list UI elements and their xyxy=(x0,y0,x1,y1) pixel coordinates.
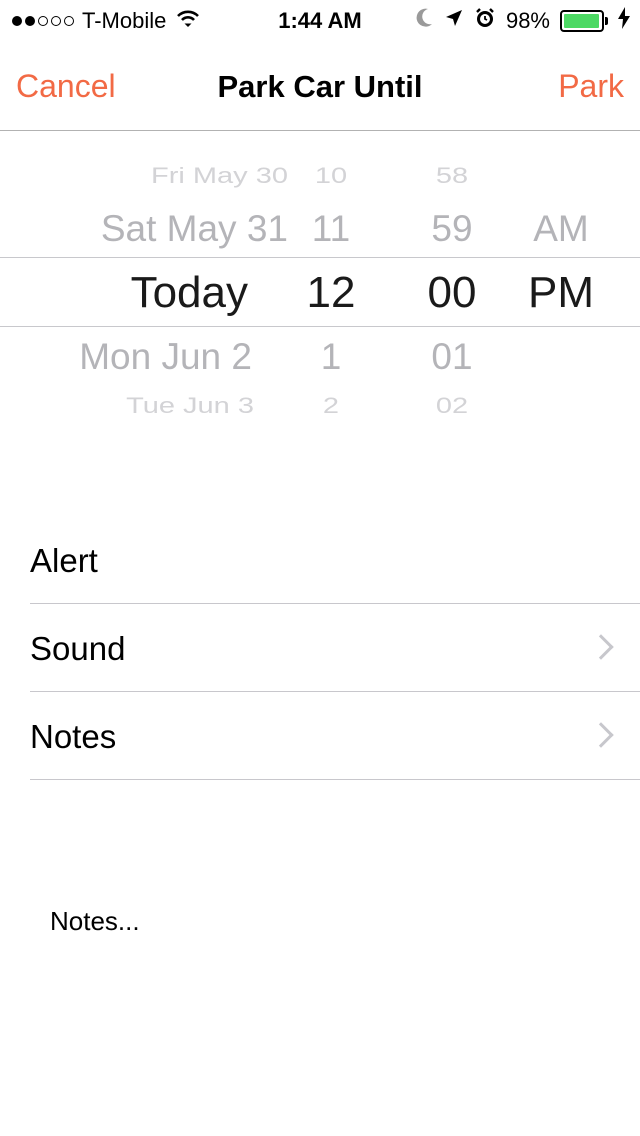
charging-bolt-icon xyxy=(618,7,630,35)
alert-label: Alert xyxy=(30,542,98,579)
picker-minute-option[interactable]: 59 xyxy=(420,208,484,250)
notes-text-area[interactable]: Notes... xyxy=(50,906,140,937)
park-button[interactable]: Park xyxy=(558,68,624,105)
battery-icon xyxy=(560,10,608,32)
battery-percent: 98% xyxy=(505,8,550,33)
notes-label: Notes xyxy=(30,718,117,755)
sound-row[interactable]: Sound xyxy=(30,604,640,692)
picker-minute-selected[interactable]: 00 xyxy=(420,268,484,318)
picker-hour-selected[interactable]: 12 xyxy=(300,268,362,318)
picker-hour-option[interactable]: 10 xyxy=(300,164,362,190)
alarm-icon xyxy=(474,7,496,35)
sound-label: Sound xyxy=(30,630,126,667)
status-right: 98% xyxy=(414,7,630,35)
picker-hour-option[interactable]: 2 xyxy=(300,394,362,420)
picker-date-option[interactable]: Sat May 31 xyxy=(101,208,288,250)
picker-hour-option[interactable]: 1 xyxy=(300,336,362,378)
battery-body xyxy=(560,10,604,32)
picker-selection-bottom-line xyxy=(0,326,640,327)
picker-minute-option[interactable]: 01 xyxy=(420,336,484,378)
picker-date-option[interactable]: Tue Jun 3 xyxy=(126,394,254,420)
location-arrow-icon xyxy=(444,8,464,34)
page-title: Park Car Until xyxy=(217,69,423,104)
status-bar: T-Mobile 1:44 AM 98% xyxy=(0,0,640,40)
navigation-bar: Cancel Park Car Until Park xyxy=(0,40,640,131)
moon-icon xyxy=(414,7,434,35)
picker-selection-top-line xyxy=(0,257,640,258)
chevron-right-icon xyxy=(588,634,614,660)
battery-tip xyxy=(605,17,608,25)
chevron-right-icon xyxy=(588,722,614,748)
notes-row[interactable]: Notes xyxy=(30,692,640,780)
picker-minute-option[interactable]: 58 xyxy=(420,164,484,190)
picker-ampm-option[interactable]: AM xyxy=(518,208,604,250)
alert-row[interactable]: Alert xyxy=(30,516,640,604)
picker-ampm-selected[interactable]: PM xyxy=(518,268,604,318)
picker-date-selected[interactable]: Today xyxy=(131,268,248,318)
picker-date-option[interactable]: Fri May 30 xyxy=(151,164,288,190)
date-time-picker[interactable]: Fri May 30 Sat May 31 Today Mon Jun 2 Tu… xyxy=(0,132,640,432)
picker-date-option[interactable]: Mon Jun 2 xyxy=(79,336,252,378)
picker-hour-option[interactable]: 11 xyxy=(300,208,362,250)
battery-fill xyxy=(564,14,600,28)
picker-minute-option[interactable]: 02 xyxy=(420,394,484,420)
